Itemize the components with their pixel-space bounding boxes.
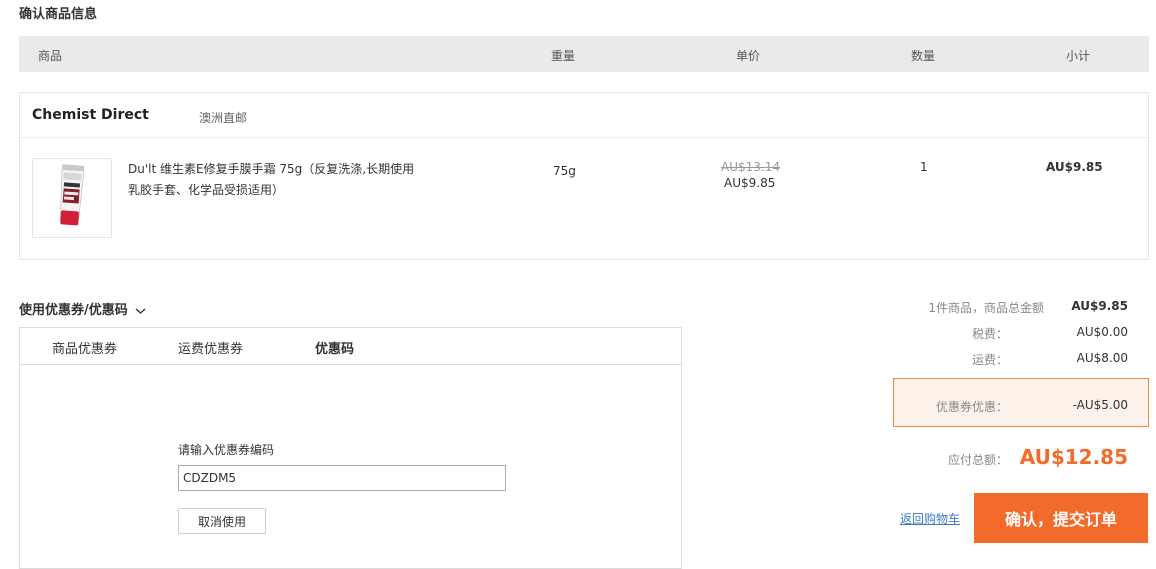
product-original-price: AU$13.14 xyxy=(721,160,780,174)
product-quantity: 1 xyxy=(920,160,928,174)
tab-shipping-coupon[interactable]: 运费优惠券 xyxy=(178,338,243,357)
store-name: Chemist Direct xyxy=(32,107,149,123)
tax-label: 税费： xyxy=(971,327,1008,341)
coupon-panel: 商品优惠券 运费优惠券 优惠码 请输入优惠券编码 取消使用 xyxy=(19,327,682,569)
store-shipping-tag: 澳洲直邮 xyxy=(199,111,248,125)
discount-value: -AU$5.00 xyxy=(1072,398,1128,412)
product-thumbnail[interactable] xyxy=(32,158,112,238)
header-product: 商品 xyxy=(38,49,63,63)
tax-value: AU$0.00 xyxy=(1076,325,1128,339)
grand-total-label: 应付总额： xyxy=(947,453,1008,467)
page-title: 确认商品信息 xyxy=(19,7,98,22)
items-total-value: AU$9.85 xyxy=(1071,299,1128,313)
grand-total-value: AU$12.85 xyxy=(1019,445,1128,469)
store-section: Chemist Direct 澳洲直邮 Du'lt 维生素E修复手膜手霜 75g… xyxy=(19,92,1149,260)
back-to-cart-link[interactable]: 返回购物车 xyxy=(900,510,960,527)
table-header: 商品 重量 单价 数量 小计 xyxy=(19,36,1149,72)
chevron-down-icon xyxy=(135,307,146,314)
header-weight: 重量 xyxy=(551,49,576,63)
product-subtotal: AU$9.85 xyxy=(1046,160,1103,174)
product-name-line-2: 乳胶手套、化学品受损适用） xyxy=(128,183,285,197)
shipping-value: AU$8.00 xyxy=(1076,351,1128,365)
coupon-tabs: 商品优惠券 运费优惠券 优惠码 xyxy=(20,328,681,365)
coupon-toggle-label: 使用优惠券/优惠码 xyxy=(19,303,128,318)
discount-label: 优惠券优惠： xyxy=(935,400,1008,414)
product-price: AU$9.85 xyxy=(724,176,776,190)
promo-code-label: 请输入优惠券编码 xyxy=(178,443,275,457)
header-quantity: 数量 xyxy=(911,49,936,63)
product-name[interactable]: Du'lt 维生素E修复手膜手霜 75g（反复洗涤,长期使用 乳胶手套、化学品受… xyxy=(128,159,428,201)
header-subtotal: 小计 xyxy=(1066,49,1091,63)
cancel-coupon-button[interactable]: 取消使用 xyxy=(178,508,266,534)
tab-product-coupon[interactable]: 商品优惠券 xyxy=(52,338,117,357)
coupon-discount-row: 优惠券优惠： -AU$5.00 xyxy=(893,378,1149,427)
tab-promo-code[interactable]: 优惠码 xyxy=(315,338,354,357)
coupon-toggle[interactable]: 使用优惠券/优惠码 xyxy=(19,299,146,318)
items-total-label: 1件商品，商品总金额 xyxy=(928,301,1044,315)
submit-order-button[interactable]: 确认，提交订单 xyxy=(974,493,1148,543)
promo-code-input[interactable] xyxy=(178,465,506,491)
product-weight: 75g xyxy=(553,164,576,178)
shipping-label: 运费： xyxy=(971,353,1008,367)
header-unit-price: 单价 xyxy=(736,49,761,63)
store-header: Chemist Direct 澳洲直邮 xyxy=(20,93,1148,138)
product-name-line-1: Du'lt 维生素E修复手膜手霜 75g（反复洗涤,长期使用 xyxy=(128,162,415,176)
